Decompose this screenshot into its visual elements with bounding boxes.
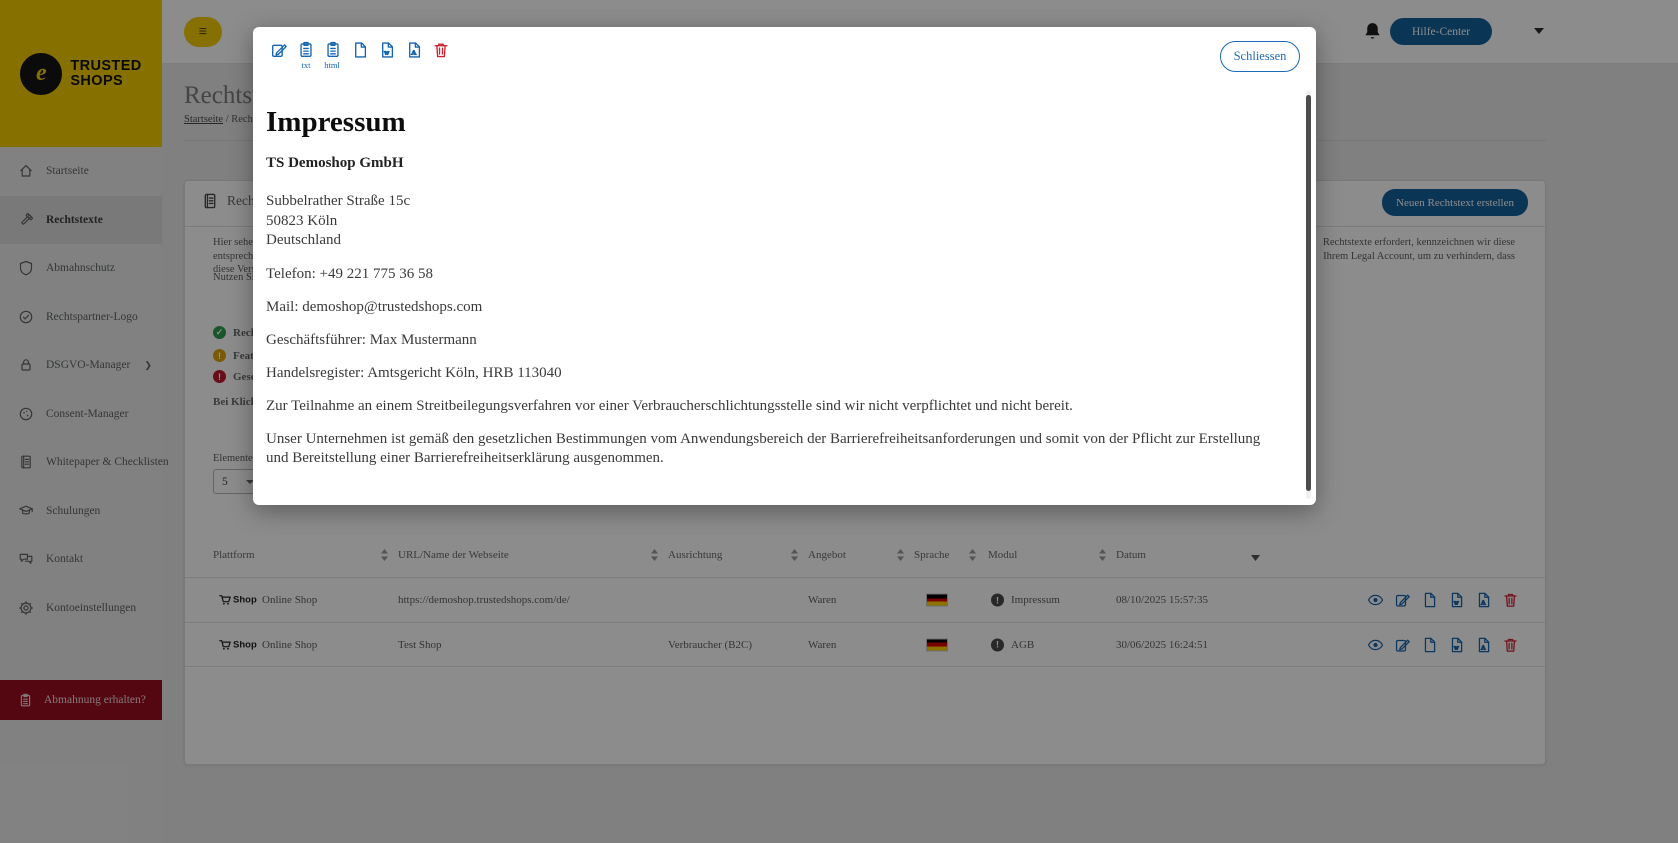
file-pdf-icon[interactable]	[405, 41, 423, 59]
company-phone: Telefon: +49 221 775 36 58	[266, 265, 1276, 284]
impressum-modal: txt html Schliessen Impressum TS Demosho…	[253, 27, 1316, 505]
company-address: Subbelrather Straße 15c 50823 Köln Deuts…	[266, 192, 1276, 251]
company-name: TS Demoshop GmbH	[266, 155, 1276, 172]
file-icon[interactable]	[351, 41, 369, 59]
copy-txt-icon[interactable]	[297, 41, 315, 59]
copy-html-icon[interactable]	[324, 41, 342, 59]
file-word-icon[interactable]	[378, 41, 396, 59]
company-register: Handelsregister: Amtsgericht Köln, HRB 1…	[266, 364, 1276, 383]
company-ceo: Geschäftsführer: Max Mustermann	[266, 331, 1276, 350]
company-mail: Mail: demoshop@trustedshops.com	[266, 298, 1276, 317]
delete-icon[interactable]	[432, 41, 450, 59]
close-modal-button[interactable]: Schliessen	[1220, 41, 1300, 72]
txt-export-label: txt	[293, 60, 319, 70]
html-export-label: html	[317, 60, 347, 70]
impressum-content: Impressum TS Demoshop GmbH Subbelrather …	[266, 83, 1276, 468]
edit-icon[interactable]	[270, 41, 288, 59]
app-root: e TRUSTED SHOPS Startseite Rechtstexte A…	[0, 0, 1678, 843]
accessibility-paragraph: Unser Unternehmen ist gemäß den gesetzli…	[266, 430, 1276, 468]
impressum-title: Impressum	[266, 105, 1276, 139]
modal-scrollbar-thumb[interactable]	[1306, 95, 1311, 491]
dispute-paragraph: Zur Teilnahme an einem Streitbeilegungsv…	[266, 397, 1276, 416]
